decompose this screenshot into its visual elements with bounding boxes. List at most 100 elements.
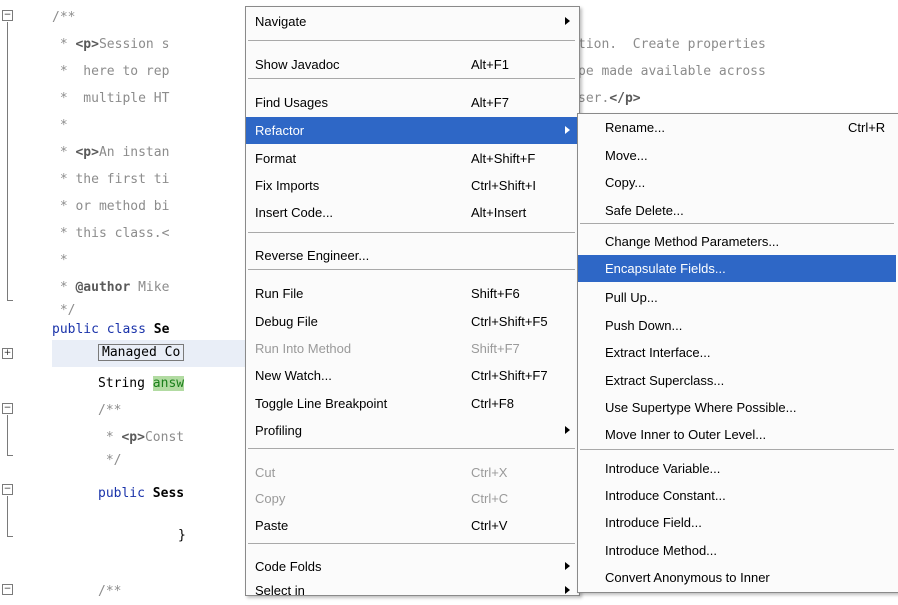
submenu-item-pull-up[interactable]: Pull Up... <box>578 284 896 311</box>
submenu-item-extract-superclass[interactable]: Extract Superclass... <box>578 367 896 394</box>
code-line: * <box>52 118 68 133</box>
menu-item-label: Paste <box>255 518 289 533</box>
menu-item-run-into-method: Run Into Method Shift+F7 <box>246 335 577 362</box>
fold-collapse-icon[interactable]: − <box>2 403 13 414</box>
menu-item-label: Refactor <box>255 123 305 138</box>
fold-expand-icon[interactable]: + <box>2 348 13 359</box>
menu-item-select-in[interactable]: Select in <box>246 577 577 604</box>
menu-item-copy: Copy Ctrl+C <box>246 485 577 512</box>
menu-item-label: Show Javadoc <box>255 57 340 72</box>
menu-item-label: Use Supertype Where Possible... <box>605 400 797 415</box>
menu-item-run-file[interactable]: Run File Shift+F6 <box>246 280 577 307</box>
menu-item-reverse-engineer[interactable]: Reverse Engineer... <box>246 242 577 269</box>
fold-collapse-icon[interactable]: − <box>2 10 13 21</box>
code-line: ser.</p> <box>578 91 641 106</box>
code-line: * here to rep <box>52 64 170 79</box>
menu-item-format[interactable]: Format Alt+Shift+F <box>246 145 577 172</box>
submenu-item-move[interactable]: Move... <box>578 142 896 169</box>
menu-item-shortcut: Ctrl+Shift+I <box>471 178 537 193</box>
menu-separator <box>248 40 575 41</box>
menu-item-label: Introduce Method... <box>605 543 718 558</box>
code-line: * <p>Const <box>98 430 185 445</box>
menu-item-shortcut: Alt+F7 <box>471 95 509 110</box>
code-line: /** <box>52 10 76 25</box>
submenu-item-introduce-variable[interactable]: Introduce Variable... <box>578 455 896 482</box>
fold-end-marker <box>7 536 13 537</box>
menu-item-shortcut: Ctrl+Shift+F5 <box>471 314 548 329</box>
menu-item-label: Insert Code... <box>255 205 334 220</box>
submenu-arrow-icon <box>565 126 570 134</box>
menu-item-shortcut: Ctrl+F8 <box>471 396 514 411</box>
code-line: * multiple HT <box>52 91 170 106</box>
menu-item-refactor[interactable]: Refactor <box>246 117 577 144</box>
menu-item-navigate[interactable]: Navigate <box>246 8 577 35</box>
menu-item-debug-file[interactable]: Debug File Ctrl+Shift+F5 <box>246 308 577 335</box>
menu-item-label: Introduce Variable... <box>605 461 721 476</box>
menu-item-label: Navigate <box>255 14 307 29</box>
menu-item-label: Run Into Method <box>255 341 352 356</box>
submenu-item-extract-interface[interactable]: Extract Interface... <box>578 339 896 366</box>
menu-item-shortcut: Alt+Shift+F <box>471 151 536 166</box>
menu-separator <box>248 448 575 449</box>
submenu-item-use-supertype-where-possible[interactable]: Use Supertype Where Possible... <box>578 394 896 421</box>
submenu-item-copy[interactable]: Copy... <box>578 169 896 196</box>
code-line: public class Se <box>52 322 170 337</box>
submenu-item-introduce-field[interactable]: Introduce Field... <box>578 509 896 536</box>
fold-collapse-icon[interactable]: − <box>2 584 13 595</box>
menu-item-label: Push Down... <box>605 318 683 333</box>
submenu-item-convert-anonymous-to-inner[interactable]: Convert Anonymous to Inner <box>578 564 896 591</box>
submenu-item-push-down[interactable]: Push Down... <box>578 312 896 339</box>
menu-item-toggle-line-breakpoint[interactable]: Toggle Line Breakpoint Ctrl+F8 <box>246 390 577 417</box>
menu-item-label: Toggle Line Breakpoint <box>255 396 388 411</box>
menu-item-insert-code[interactable]: Insert Code... Alt+Insert <box>246 199 577 226</box>
menu-separator <box>248 543 575 544</box>
submenu-item-introduce-constant[interactable]: Introduce Constant... <box>578 482 896 509</box>
context-menu: Navigate Show Javadoc Alt+F1 Find Usages Alt… <box>245 6 580 598</box>
submenu-item-move-inner-to-outer-level[interactable]: Move Inner to Outer Level... <box>578 421 896 448</box>
menu-item-new-watch[interactable]: New Watch... Ctrl+Shift+F7 <box>246 362 577 389</box>
menu-item-shortcut: Ctrl+C <box>471 491 509 506</box>
menu-separator <box>248 232 575 233</box>
menu-item-label: Rename... <box>605 120 665 135</box>
submenu-item-encapsulate-fields[interactable]: Encapsulate Fields... <box>578 255 896 282</box>
menu-item-label: Convert Anonymous to Inner <box>605 570 770 585</box>
code-line: Managed Co <box>98 341 185 365</box>
menu-item-show-javadoc[interactable]: Show Javadoc Alt+F1 <box>246 51 577 78</box>
code-line: String answ <box>98 376 185 391</box>
menu-item-shortcut: Ctrl+X <box>471 465 508 480</box>
code-line: } <box>178 528 186 543</box>
menu-item-find-usages[interactable]: Find Usages Alt+F7 <box>246 89 577 116</box>
fold-guide-line <box>7 22 8 300</box>
code-line: /** <box>98 403 122 418</box>
submenu-item-change-method-parameters[interactable]: Change Method Parameters... <box>578 228 896 255</box>
menu-item-label: Introduce Constant... <box>605 488 726 503</box>
menu-item-shortcut: Ctrl+Shift+F7 <box>471 368 548 383</box>
menu-separator <box>248 269 575 270</box>
fold-end-marker <box>7 300 13 301</box>
code-line: public Sess <box>98 486 185 501</box>
code-line: */ <box>98 453 122 468</box>
fold-collapse-icon[interactable]: − <box>2 484 13 495</box>
menu-item-profiling[interactable]: Profiling <box>246 417 577 444</box>
menu-item-label: Debug File <box>255 314 318 329</box>
submenu-arrow-icon <box>565 562 570 570</box>
menu-item-label: Change Method Parameters... <box>605 234 780 249</box>
submenu-item-safe-delete[interactable]: Safe Delete... <box>578 197 896 224</box>
menu-item-label: Move Inner to Outer Level... <box>605 427 767 442</box>
fold-guide-line <box>7 415 8 455</box>
menu-item-label: Find Usages <box>255 95 328 110</box>
code-line: * this class.< <box>52 226 170 241</box>
menu-item-fix-imports[interactable]: Fix Imports Ctrl+Shift+I <box>246 172 577 199</box>
menu-item-label: Fix Imports <box>255 178 320 193</box>
menu-item-code-folds[interactable]: Code Folds <box>246 553 577 580</box>
code-line: * <p>Session s <box>52 37 170 52</box>
submenu-arrow-icon <box>565 426 570 434</box>
menu-item-paste[interactable]: Paste Ctrl+V <box>246 512 577 539</box>
submenu-item-introduce-method[interactable]: Introduce Method... <box>578 537 896 564</box>
code-line: * @author Mike <box>52 280 170 295</box>
menu-item-label: Extract Superclass... <box>605 373 725 388</box>
code-line: * <box>52 253 68 268</box>
refactor-submenu: Rename... Ctrl+R Move... Copy... Safe Delete… <box>577 113 898 593</box>
menu-item-label: Cut <box>255 465 276 480</box>
submenu-item-rename[interactable]: Rename... Ctrl+R <box>578 114 896 141</box>
